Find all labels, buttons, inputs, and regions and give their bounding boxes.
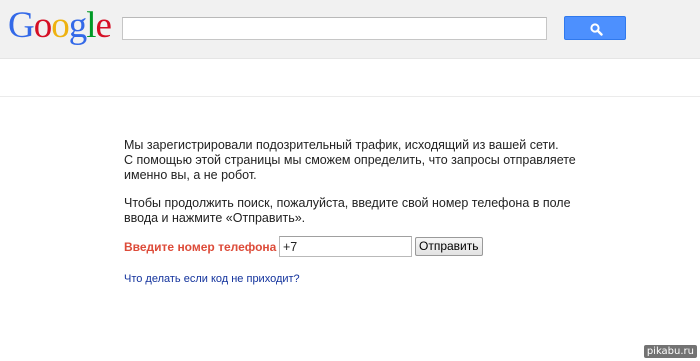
logo-letter: l <box>86 5 96 46</box>
text-line: С помощью этой страницы мы сможем опреде… <box>124 153 576 167</box>
search-icon <box>590 23 603 36</box>
phone-input[interactable] <box>279 236 412 257</box>
sub-bar <box>0 59 700 97</box>
logo-letter: o <box>33 5 52 46</box>
watermark: pikabu.ru <box>643 345 697 358</box>
google-logo[interactable]: Google <box>8 5 112 46</box>
text-line: ввода и нажмите «Отправить». <box>124 211 306 225</box>
logo-letter: G <box>8 5 35 46</box>
search-input[interactable] <box>122 17 547 40</box>
search-button[interactable] <box>564 16 626 40</box>
logo-letter: e <box>95 5 112 46</box>
text-line: Чтобы продолжить поиск, пожалуйста, введ… <box>124 196 571 210</box>
code-help-link[interactable]: Что делать если код не приходит? <box>124 273 300 285</box>
phone-label: Введите номер телефона <box>124 240 277 254</box>
submit-button[interactable]: Отправить <box>415 237 483 256</box>
top-bar: Google <box>0 0 700 59</box>
text-line: Мы зарегистрировали подозрительный трафи… <box>124 138 559 152</box>
text-line: именно вы, а не робот. <box>124 168 257 182</box>
message-text: Мы зарегистрировали подозрительный трафи… <box>124 138 594 239</box>
logo-letter: o <box>51 5 69 46</box>
phone-form: Введите номер телефона Отправить <box>124 236 544 258</box>
logo-letter: g <box>68 5 87 46</box>
instruction-text: Чтобы продолжить поиск, пожалуйста, введ… <box>124 196 594 226</box>
traffic-notice: Мы зарегистрировали подозрительный трафи… <box>124 138 594 183</box>
